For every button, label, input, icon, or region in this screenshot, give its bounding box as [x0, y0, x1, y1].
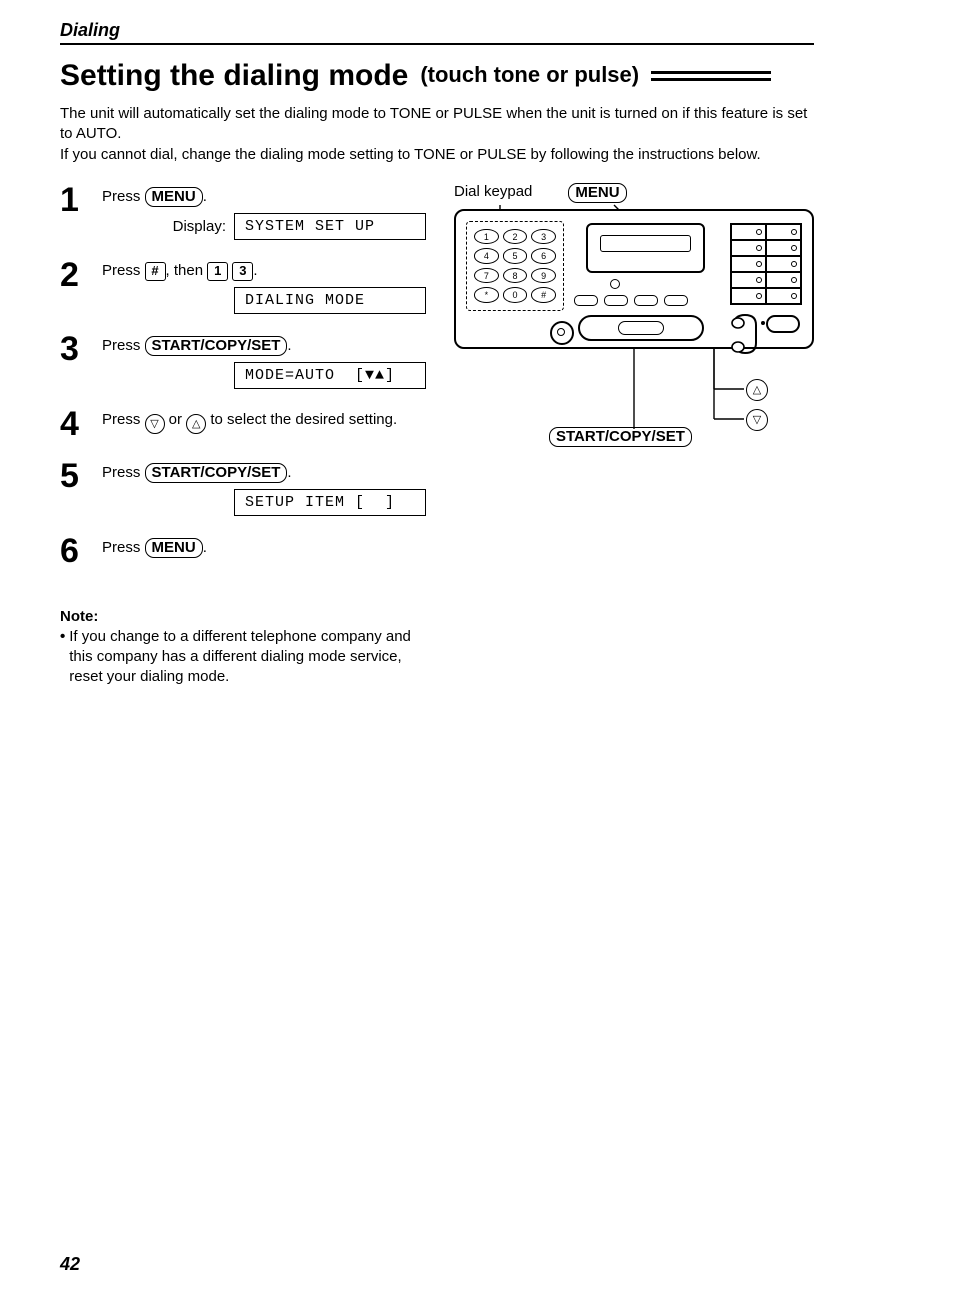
keypad-key: *: [474, 287, 499, 303]
lcd-readout: DIALING MODE: [234, 287, 426, 314]
dial-keypad-icon: 1 2 3 4 5 6 7 8 9 * 0 #: [466, 221, 564, 311]
step-1: 1 Press MENU. Display: SYSTEM SET UP: [60, 183, 426, 240]
step-number: 6: [60, 534, 88, 568]
lcd-readout: MODE=AUTO [▼▲]: [234, 362, 426, 389]
step-text: .: [287, 337, 291, 354]
up-arrow-icon: △: [186, 414, 206, 434]
keypad-key: 6: [531, 248, 556, 264]
intro-paragraph: The unit will automatically set the dial…: [60, 104, 814, 165]
step-2: 2 Press #, then 1 3. DIALING MODE: [60, 258, 426, 314]
step-3: 3 Press START/COPY/SET. MODE=AUTO [▼▲]: [60, 332, 426, 389]
down-arrow-icon: ▽: [145, 414, 165, 434]
section-header: Dialing: [60, 20, 814, 45]
keypad-key: 9: [531, 268, 556, 284]
step-6: 6 Press MENU.: [60, 534, 426, 568]
step-5: 5 Press START/COPY/SET. SETUP ITEM [ ]: [60, 459, 426, 516]
start-copy-set-button-icon: [578, 315, 704, 341]
step-text: Press: [102, 539, 145, 556]
step-text: Press: [102, 411, 145, 428]
title-sub: (touch tone or pulse): [420, 63, 639, 87]
function-buttons-icon: [574, 295, 688, 306]
keypad-key: 2: [503, 229, 528, 245]
step-number: 3: [60, 332, 88, 366]
step-text: Press: [102, 464, 145, 481]
keypad-key: 7: [474, 268, 499, 284]
lcd-readout: SETUP ITEM [ ]: [234, 489, 426, 516]
step-text: or: [165, 411, 187, 428]
step-number: 2: [60, 258, 88, 292]
step-text: .: [253, 262, 257, 279]
keypad-key: 0: [503, 287, 528, 303]
round-button-icon: [550, 321, 574, 345]
step-text: Press: [102, 337, 145, 354]
menu-button-label: MENU: [145, 187, 203, 207]
title-rule-icon: [651, 69, 771, 83]
keypad-key: 8: [503, 268, 528, 284]
step-number: 4: [60, 407, 88, 441]
start-copy-set-button-label: START/COPY/SET: [145, 336, 288, 356]
keypad-key: 1: [474, 229, 499, 245]
lcd-readout: SYSTEM SET UP: [234, 213, 426, 240]
lcd-screen-icon: [586, 223, 705, 273]
note-block: Note: • If you change to a different tel…: [60, 608, 426, 688]
indicator-icon: [610, 279, 620, 289]
hash-key-label: #: [145, 262, 166, 281]
keypad-key: #: [531, 287, 556, 303]
dial-keypad-label: Dial keypad: [454, 183, 532, 203]
step-number: 1: [60, 183, 88, 217]
keypad-key: 3: [531, 229, 556, 245]
step-text: to select the desired setting.: [206, 411, 397, 428]
illustration-column: Dial keypad MENU 1 2 3 4 5 6 7 8 9 * 0: [454, 183, 814, 459]
step-number: 5: [60, 459, 88, 493]
step-text: Press: [102, 188, 145, 205]
step-text: Press: [102, 262, 145, 279]
down-arrow-icon: ▽: [746, 409, 768, 431]
keypad-key: 5: [503, 248, 528, 264]
page-title: Setting the dialing mode (touch tone or …: [60, 59, 814, 92]
up-arrow-icon: △: [746, 379, 768, 401]
start-copy-set-callout-label: START/COPY/SET: [549, 427, 692, 447]
step-text: , then: [166, 262, 208, 279]
title-main: Setting the dialing mode: [60, 59, 408, 92]
step-4: 4 Press ▽ or △ to select the desired set…: [60, 407, 426, 441]
step-text: .: [287, 464, 291, 481]
start-copy-set-button-label: START/COPY/SET: [145, 463, 288, 483]
display-label: Display:: [173, 218, 226, 235]
note-text: If you change to a different telephone c…: [69, 627, 426, 688]
step-text: .: [203, 188, 207, 205]
menu-button-label: MENU: [568, 183, 626, 203]
step-text: .: [203, 539, 207, 556]
note-title: Note:: [60, 608, 426, 625]
bullet-icon: •: [60, 627, 65, 688]
three-key-label: 3: [232, 262, 253, 281]
one-key-label: 1: [207, 262, 228, 281]
keypad-key: 4: [474, 248, 499, 264]
page-number: 42: [60, 1254, 80, 1275]
speed-dial-grid-icon: [730, 223, 802, 305]
menu-button-label: MENU: [145, 538, 203, 558]
oval-button-icon: [766, 315, 800, 333]
steps-column: 1 Press MENU. Display: SYSTEM SET UP 2 P…: [60, 183, 426, 688]
